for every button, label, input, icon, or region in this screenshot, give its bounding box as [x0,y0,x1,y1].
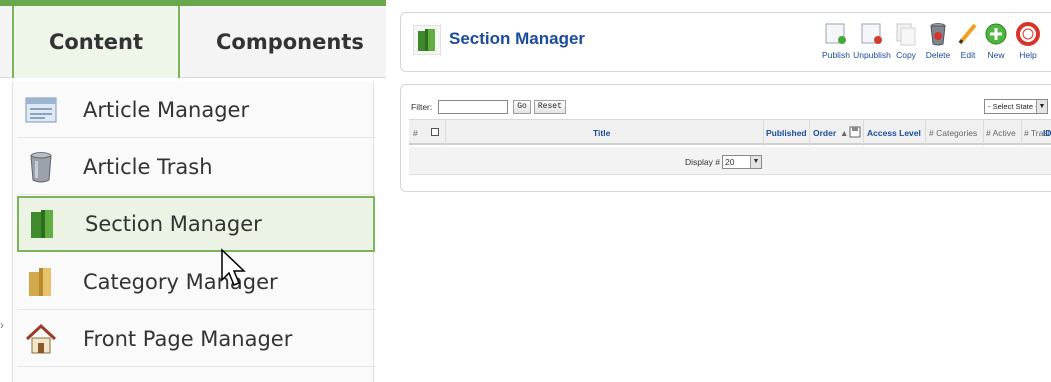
publish-icon [825,23,846,44]
display-label: Display # [685,157,720,167]
col-id[interactable]: ID [1043,128,1051,138]
admin-menu-panel: Content Components Article Manager Artic… [0,0,386,382]
chevron-down-icon: ▼ [1036,100,1047,113]
help-button[interactable]: Help [1007,21,1049,69]
menu-item-label: Front Page Manager [83,326,293,351]
admin-menubar: Content Components [0,6,386,78]
sections-list-panel: Filter: Go Reset - Select State - ▼ # Ti… [400,84,1051,192]
chevron-down-icon: ▼ [749,156,761,168]
filter-input[interactable] [438,100,509,114]
reset-button[interactable]: Reset [533,100,566,114]
menu-item-article-trash[interactable]: Article Trash [17,139,375,195]
section-manager-icon [413,25,441,55]
col-access-level[interactable]: Access Level [867,128,921,138]
article-manager-icon [25,97,57,122]
sort-asc-icon[interactable]: ▲ [840,128,848,138]
go-button[interactable]: Go [513,100,531,114]
house-icon [25,323,57,353]
display-limit-value: 20 [724,157,735,167]
page-title: Section Manager [449,29,586,48]
menu-tab-content[interactable]: Content [12,6,180,78]
filter-bar: Filter: Go Reset [411,99,569,115]
edit-label: Edit [960,50,976,60]
copy-icon [896,23,916,46]
column-divider [925,120,926,146]
column-divider [863,120,864,146]
menu-item-category-manager[interactable]: Category Manager [17,254,375,310]
display-limit-select[interactable]: 20 ▼ [721,155,762,169]
menu-item-label: Article Manager [83,97,250,122]
unpublish-icon [861,23,882,44]
help-label: Help [1019,50,1037,60]
menu-item-article-manager[interactable]: Article Manager [17,82,375,138]
state-select-value: - Select State - [988,102,1038,111]
menu-tab-components-label: Components [216,30,364,54]
section-manager-toolbar: Section Manager Publish Unpublish Copy D… [400,12,1051,72]
menu-item-front-page-manager[interactable]: Front Page Manager [17,311,375,367]
col-active: # Active [986,128,1016,138]
col-title[interactable]: Title [593,128,610,138]
menu-tab-content-label: Content [48,30,144,54]
menu-tab-components[interactable]: Components [184,6,386,78]
menu-item-label: Section Manager [85,212,262,236]
new-label: New [987,50,1005,60]
column-divider [763,120,764,146]
mouse-pointer-icon [221,248,246,286]
trash-can-icon [30,151,52,182]
column-divider [1021,120,1022,146]
col-num: # [413,128,418,138]
col-published[interactable]: Published [766,128,807,138]
select-all-checkbox[interactable] [431,128,439,136]
column-divider [809,120,810,146]
state-select[interactable]: - Select State - ▼ [984,99,1048,114]
copy-label: Copy [896,50,916,60]
column-divider [983,120,984,146]
pagination-limit: Display # 20 ▼ [685,155,762,169]
content-dropdown-menu: Article Manager Article Trash Section Ma… [12,82,375,382]
menu-item-label: Article Trash [83,154,213,179]
grid-header-row: # Title Published Order ▲ Access Level #… [409,119,1051,146]
menu-item-section-manager[interactable]: Section Manager [17,196,375,252]
help-icon [1016,22,1040,46]
category-manager-icon [29,267,51,296]
new-icon [985,23,1007,45]
col-categories: # Categories [929,128,978,138]
col-order[interactable]: Order [813,128,836,138]
section-manager-icon [31,210,53,238]
save-order-icon[interactable] [849,126,861,138]
left-edge-chevron-icon: › [0,318,4,332]
grid-footer-row: Display # 20 ▼ [409,147,1051,175]
column-divider [445,120,446,146]
publish-label: Publish [822,50,850,60]
filter-label: Filter: [411,102,433,112]
